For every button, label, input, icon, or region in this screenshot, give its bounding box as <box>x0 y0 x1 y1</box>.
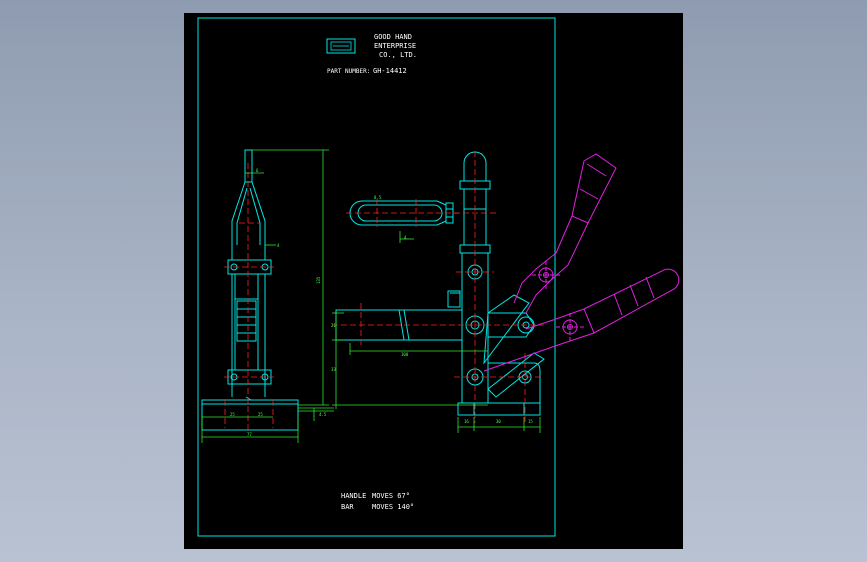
dim-side-base-left: 25 <box>230 412 235 417</box>
alternate-handle-position-upper <box>513 153 617 314</box>
dim-bar-diameter: 8.5 <box>374 195 382 200</box>
company-name-line3: CO., LTD. <box>379 51 417 59</box>
note-bar-label: BAR <box>341 503 354 511</box>
part-number-label: PART NUMBER: <box>327 68 370 75</box>
part-number-value: GH-14412 <box>373 67 407 75</box>
front-view-clamp <box>335 151 545 416</box>
dim-arm-length: 100 <box>401 352 409 357</box>
sheet-border <box>197 17 556 537</box>
side-view-dimension-labels: 6 4 135 25 25 77 4.5 <box>230 168 327 437</box>
dim-side-base-right: 25 <box>258 412 263 417</box>
alternate-handle-position-lower <box>483 268 680 372</box>
technical-drawing: GOOD HAND ENTERPRISE CO., LTD. PART NUMB… <box>197 17 680 537</box>
motion-notes: HANDLE MOVES 67° BAR MOVES 140° <box>341 492 414 511</box>
dim-body-height-left: 21 <box>331 323 336 328</box>
side-view-dimensions <box>201 149 334 443</box>
note-handle-label: HANDLE <box>341 492 366 500</box>
dim-base-width-c: 15 <box>528 419 533 424</box>
note-bar-text: MOVES 140° <box>372 503 414 511</box>
dim-base-width-a: 16 <box>464 419 469 424</box>
dim-side-foot-height: 4.5 <box>319 412 327 417</box>
dim-side-overall-height: 135 <box>316 276 321 284</box>
dim-side-base-total: 77 <box>247 432 252 437</box>
dim-base-width-b: 30 <box>496 419 501 424</box>
title-block: GOOD HAND ENTERPRISE CO., LTD. PART NUMB… <box>326 33 417 75</box>
dim-body-height-lower: 33 <box>331 367 336 372</box>
front-view-centerlines <box>332 151 544 423</box>
note-handle-text: MOVES 67° <box>372 492 410 500</box>
company-name-line1: GOOD HAND <box>374 33 412 41</box>
dim-side-top-width: 6 <box>256 168 259 173</box>
cad-viewport[interactable]: GOOD HAND ENTERPRISE CO., LTD. PART NUMB… <box>184 13 683 549</box>
company-name-line2: ENTERPRISE <box>374 42 416 50</box>
side-view <box>201 149 299 431</box>
top-view-dimensions <box>399 231 414 243</box>
dim-side-arm-gap: 4 <box>277 243 280 248</box>
